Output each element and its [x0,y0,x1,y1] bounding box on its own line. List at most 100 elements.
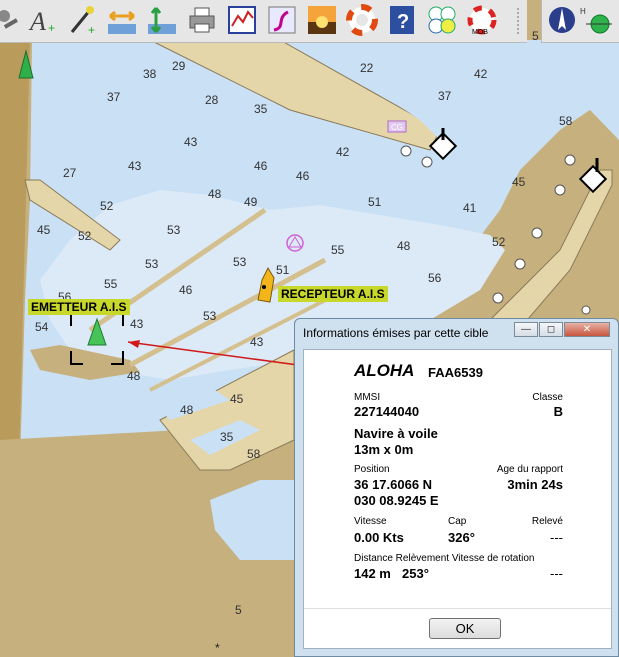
sounding: 58 [247,447,261,461]
sounding: 45 [37,223,51,237]
sounding: 56 [428,271,442,285]
close-button[interactable]: ✕ [564,322,610,337]
sounding: 52 [78,229,92,243]
heading-label: Cap [448,516,467,527]
svg-text:+: + [48,21,55,35]
settings-tool-icon[interactable] [0,4,26,36]
ais-info-dialog: Informations émises par cette cible — ◻ … [294,318,619,657]
sounding: 43 [250,335,264,349]
speed-value: 0.00 Kts [354,530,404,545]
sounding: 22 [360,61,374,75]
svg-text:+: + [88,23,95,36]
route-tool-icon[interactable]: + [66,4,98,36]
sounding: 48 [397,239,411,253]
sounding: 41 [463,201,477,215]
sounding: 53 [233,255,247,269]
track-icon[interactable] [266,4,298,36]
sounding: 43 [184,135,198,149]
speed-label: Vitesse [354,516,387,527]
sounding: 5 [532,29,539,43]
print-icon[interactable] [186,4,218,36]
sounding: 43 [130,317,144,331]
text-tool-icon[interactable]: A + [26,4,58,36]
sounding: 51 [368,195,382,209]
sounding: 53 [203,309,217,323]
report-age-label: Age du rapport [496,464,563,475]
instruments-icon[interactable] [426,4,458,36]
bearing-value: --- [550,530,563,545]
minimize-button[interactable]: — [514,322,538,337]
sounding: 46 [254,159,268,173]
receiver-label: RECEPTEUR A.I.S [278,286,388,302]
bearing-label: Relevé [531,516,563,527]
sounding: 58 [559,114,573,128]
vessel-callsign: FAA6539 [428,365,483,380]
sounding: 37 [107,90,121,104]
svg-text:*: * [215,641,220,655]
height-tool-icon[interactable] [146,4,178,36]
sounding: 29 [172,59,186,73]
cg-marker: CG [391,123,403,132]
sounding: 42 [474,67,488,81]
width-tool-icon[interactable] [106,4,138,36]
sounding: 54 [35,320,49,334]
sounding: 48 [180,403,194,417]
sounding: 35 [220,430,234,444]
help-icon[interactable]: ? [386,4,418,36]
sounding: 55 [331,243,345,257]
restore-button[interactable]: ◻ [539,322,563,337]
distance-label: Distance Relèvement Vitesse de rotation [354,553,535,564]
compass-toolbar: H [541,0,619,43]
distance-value: 142 m [354,566,391,581]
sounding: 5 [235,603,242,617]
mmsi-label: MMSI [354,392,381,403]
sounding: 38 [143,67,157,81]
vessel-dimensions: 13m x 0m [354,442,414,457]
svg-text:?: ? [397,11,409,33]
sounding: 53 [167,223,181,237]
heading-value: 326° [448,530,475,545]
sounding: 48 [127,369,141,383]
sounding: 55 [104,277,118,291]
sounding: 43 [128,159,142,173]
bearing2-value: 253° [402,566,429,581]
sounding: 37 [438,89,452,103]
report-age-value: 3min 24s [507,477,563,492]
ok-button[interactable]: OK [429,618,501,639]
dialog-title: Informations émises par cette cible [303,326,489,340]
sounding: 27 [63,166,77,180]
sounding: 45 [230,392,244,406]
sounding: 42 [336,145,350,159]
emitter-label: EMETTEUR A.I.S [28,299,130,315]
chart-graph-icon[interactable] [226,4,258,36]
svg-text:MOB: MOB [472,29,488,36]
sounding: 35 [254,102,268,116]
dialog-body: ALOHA FAA6539 MMSI 227144040 Classe B Na… [303,349,612,649]
compass-icon[interactable]: H [546,4,616,36]
position-label: Position [354,464,390,475]
sounding: 28 [205,93,219,107]
svg-text:A: A [28,7,46,36]
mob-icon[interactable]: MOB [466,4,498,36]
sounding: 51 [276,263,290,277]
svg-text:H: H [580,7,586,16]
sounding: 53 [145,257,159,271]
sounding: 52 [492,235,506,249]
sunset-icon[interactable] [306,4,338,36]
latitude-value: 36 17.6066 N [354,477,433,492]
sounding: 52 [100,199,114,213]
sounding: 48 [208,187,222,201]
vessel-name: ALOHA [354,361,415,380]
longitude-value: 030 08.9245 E [354,493,439,508]
lifebuoy-icon[interactable] [346,4,378,36]
class-label: Classe [532,392,563,403]
mmsi-value: 227144040 [354,404,420,419]
rate-of-turn-value: --- [550,566,563,581]
sounding: 46 [296,169,310,183]
vessel-type: Navire à voile [354,426,438,441]
divider [304,608,611,609]
toolbar-grip[interactable] [517,8,523,34]
sounding: 45 [512,175,526,189]
sounding: 46 [179,283,193,297]
class-value: B [553,404,563,419]
